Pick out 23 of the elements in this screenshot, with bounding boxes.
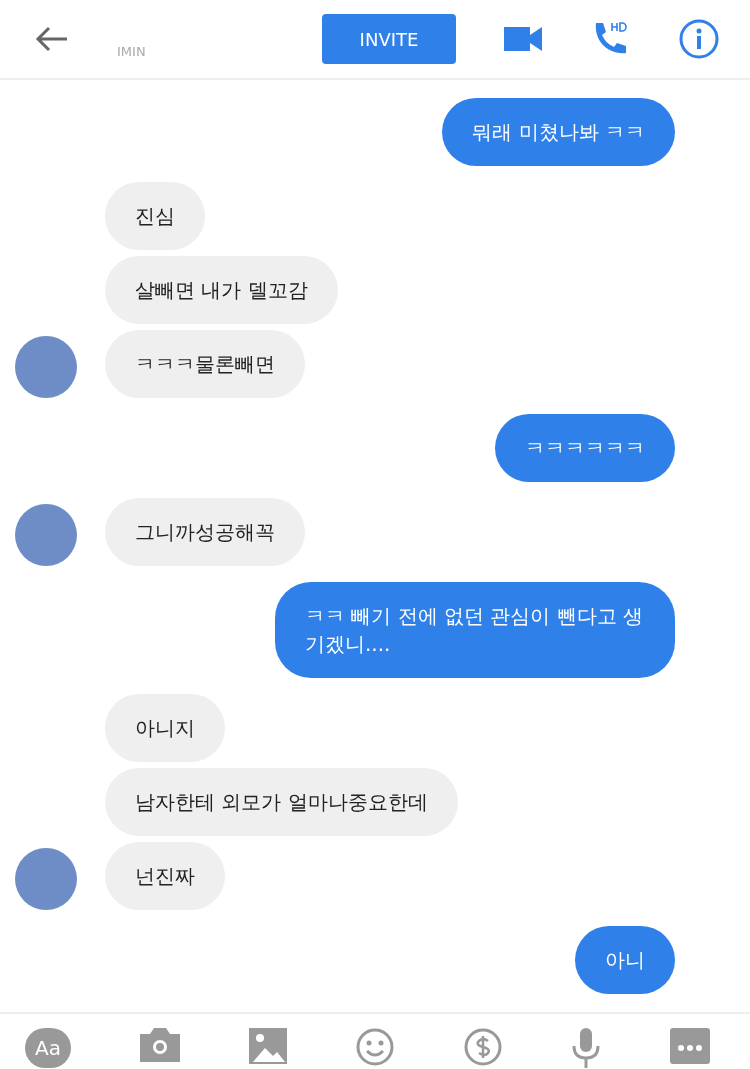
message-bubble: 진심 (105, 182, 205, 250)
more-icon[interactable] (669, 1028, 710, 1064)
image-icon[interactable] (249, 1028, 288, 1064)
info-icon[interactable] (678, 18, 720, 60)
back-icon[interactable] (35, 26, 69, 52)
message-bubble: 아니지 (105, 694, 225, 762)
message-bubble: 아니 (575, 926, 675, 994)
camera-icon[interactable] (140, 1028, 181, 1062)
payment-icon[interactable] (463, 1028, 502, 1066)
active-status: IMIN (117, 43, 146, 62)
message-bubble: ㅋㅋㅋ물론빼면 (105, 330, 305, 398)
message-bubble: 그니까성공해꼭 (105, 498, 305, 566)
message-bubble: 뭐래 미쳤나봐 ㅋㅋ (442, 98, 675, 166)
message-bubble: ㅋㅋ 빼기 전에 없던 관심이 뺀다고 생기겠니.... (275, 582, 675, 678)
microphone-icon[interactable] (570, 1028, 601, 1068)
message-bubble: 살빼면 내가 델꼬감 (105, 256, 338, 324)
message-bubble: 남자한테 외모가 얼마나중요한데 (105, 768, 458, 836)
emoji-icon[interactable] (356, 1028, 395, 1066)
invite-button[interactable]: INVITE (322, 14, 456, 64)
video-call-icon[interactable] (504, 27, 542, 51)
text-format-button[interactable]: Aa (25, 1028, 71, 1068)
message-bubble: ㅋㅋㅋㅋㅋㅋ (495, 414, 675, 482)
message-bubble: 넌진짜 (105, 842, 225, 910)
